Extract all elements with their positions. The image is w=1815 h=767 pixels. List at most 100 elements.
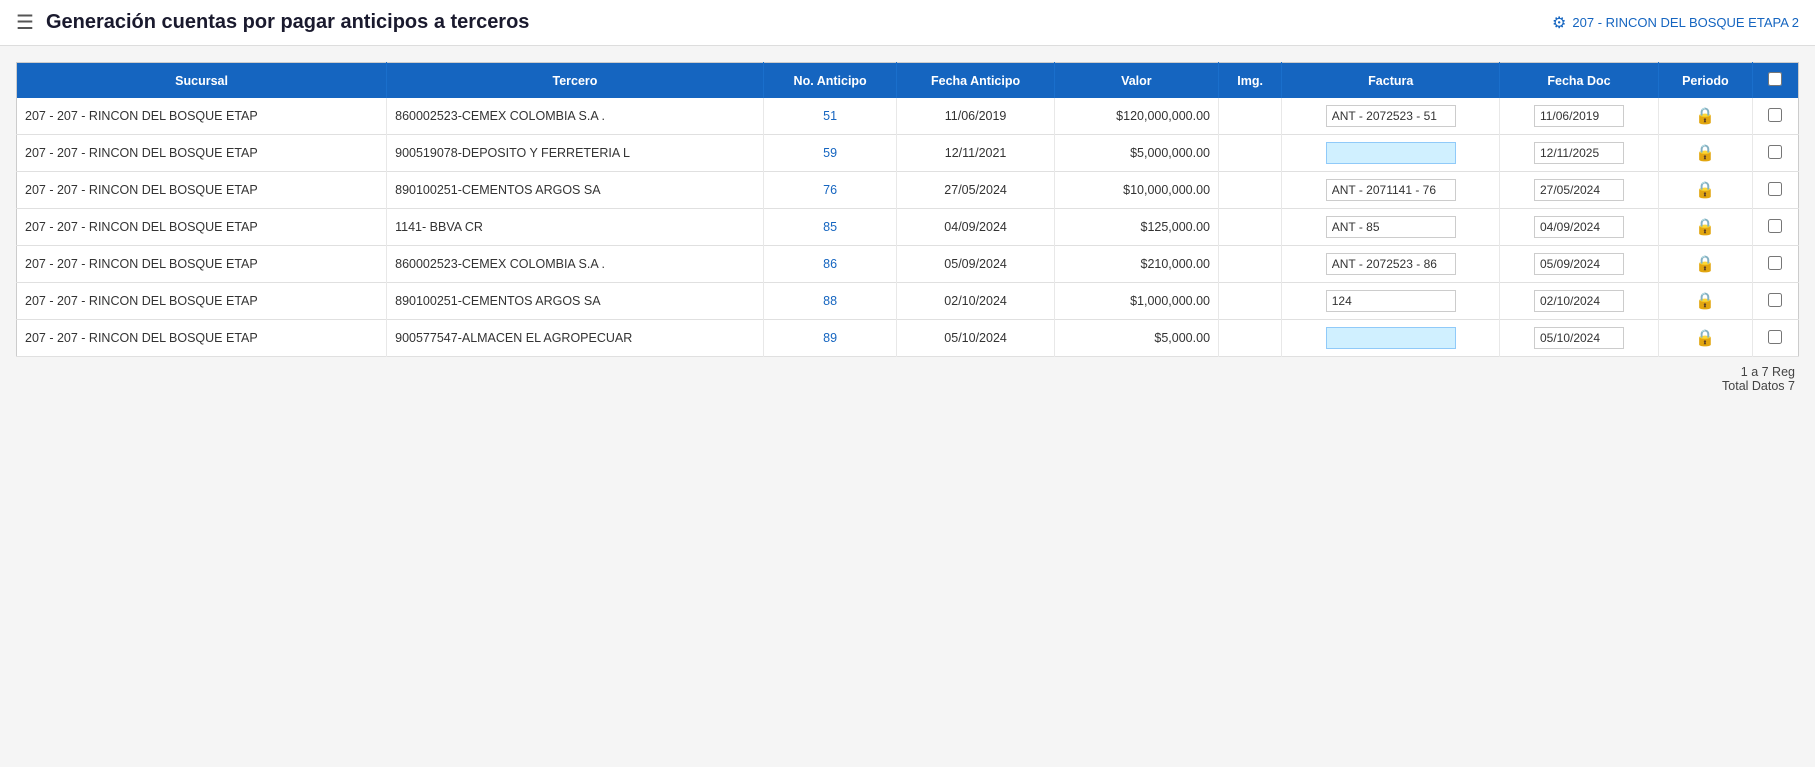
cell-tercero: 860002523-CEMEX COLOMBIA S.A .: [387, 246, 764, 283]
row-select-checkbox[interactable]: [1768, 108, 1782, 122]
cell-checkbox[interactable]: [1752, 246, 1798, 283]
col-fecha-anticipo: Fecha Anticipo: [897, 63, 1054, 99]
menu-icon[interactable]: ☰: [16, 10, 34, 35]
cell-valor: $10,000,000.00: [1054, 172, 1218, 209]
cell-tercero: 900519078-DEPOSITO Y FERRETERIA L: [387, 135, 764, 172]
cell-fecha-anticipo: 11/06/2019: [897, 98, 1054, 135]
gear-icon: ⚙: [1552, 13, 1566, 33]
cell-checkbox[interactable]: [1752, 172, 1798, 209]
cell-periodo[interactable]: 🔒: [1658, 172, 1752, 209]
fecha-doc-input[interactable]: [1534, 179, 1624, 201]
row-select-checkbox[interactable]: [1768, 256, 1782, 270]
factura-input[interactable]: [1326, 142, 1456, 164]
cell-no-anticipo[interactable]: 59: [763, 135, 897, 172]
cell-no-anticipo[interactable]: 89: [763, 320, 897, 357]
col-factura: Factura: [1282, 63, 1500, 99]
factura-input[interactable]: [1326, 327, 1456, 349]
col-periodo: Periodo: [1658, 63, 1752, 99]
cell-fecha-doc[interactable]: [1500, 135, 1659, 172]
cell-fecha-anticipo: 05/09/2024: [897, 246, 1054, 283]
cell-checkbox[interactable]: [1752, 209, 1798, 246]
factura-input[interactable]: [1326, 216, 1456, 238]
main-content: Sucursal Tercero No. Anticipo Fecha Anti…: [0, 46, 1815, 411]
fecha-doc-input[interactable]: [1534, 253, 1624, 275]
cell-valor: $5,000.00: [1054, 320, 1218, 357]
cell-factura[interactable]: [1282, 135, 1500, 172]
lock-green-icon[interactable]: 🔒: [1695, 256, 1715, 273]
data-table: Sucursal Tercero No. Anticipo Fecha Anti…: [16, 62, 1799, 357]
table-row: 207 - 207 - RINCON DEL BOSQUE ETAP860002…: [17, 246, 1799, 283]
cell-checkbox[interactable]: [1752, 98, 1798, 135]
cell-periodo[interactable]: 🔒: [1658, 283, 1752, 320]
select-all-checkbox[interactable]: [1768, 72, 1782, 86]
cell-periodo[interactable]: 🔒: [1658, 135, 1752, 172]
cell-periodo[interactable]: 🔒: [1658, 98, 1752, 135]
cell-factura[interactable]: [1282, 320, 1500, 357]
cell-no-anticipo[interactable]: 86: [763, 246, 897, 283]
row-select-checkbox[interactable]: [1768, 219, 1782, 233]
row-select-checkbox[interactable]: [1768, 330, 1782, 344]
cell-sucursal: 207 - 207 - RINCON DEL BOSQUE ETAP: [17, 320, 387, 357]
cell-periodo[interactable]: 🔒: [1658, 246, 1752, 283]
cell-no-anticipo[interactable]: 76: [763, 172, 897, 209]
cell-valor: $210,000.00: [1054, 246, 1218, 283]
cell-img: [1219, 246, 1282, 283]
cell-tercero: 890100251-CEMENTOS ARGOS SA: [387, 172, 764, 209]
cell-valor: $1,000,000.00: [1054, 283, 1218, 320]
company-name: 207 - RINCON DEL BOSQUE ETAPA 2: [1572, 15, 1799, 30]
lock-red-icon[interactable]: 🔒: [1695, 145, 1715, 162]
col-fecha-doc: Fecha Doc: [1500, 63, 1659, 99]
cell-factura[interactable]: [1282, 246, 1500, 283]
cell-fecha-doc[interactable]: [1500, 98, 1659, 135]
cell-sucursal: 207 - 207 - RINCON DEL BOSQUE ETAP: [17, 98, 387, 135]
cell-sucursal: 207 - 207 - RINCON DEL BOSQUE ETAP: [17, 246, 387, 283]
row-select-checkbox[interactable]: [1768, 145, 1782, 159]
cell-valor: $125,000.00: [1054, 209, 1218, 246]
cell-checkbox[interactable]: [1752, 283, 1798, 320]
lock-green-icon[interactable]: 🔒: [1695, 293, 1715, 310]
pagination-range: 1 a 7 Reg: [16, 365, 1795, 379]
factura-input[interactable]: [1326, 253, 1456, 275]
fecha-doc-input[interactable]: [1534, 105, 1624, 127]
row-select-checkbox[interactable]: [1768, 293, 1782, 307]
lock-green-icon[interactable]: 🔒: [1695, 330, 1715, 347]
row-select-checkbox[interactable]: [1768, 182, 1782, 196]
cell-fecha-doc[interactable]: [1500, 246, 1659, 283]
cell-no-anticipo[interactable]: 51: [763, 98, 897, 135]
col-checkbox[interactable]: [1752, 63, 1798, 99]
cell-img: [1219, 283, 1282, 320]
lock-green-icon[interactable]: 🔒: [1695, 108, 1715, 125]
cell-fecha-doc[interactable]: [1500, 283, 1659, 320]
cell-valor: $5,000,000.00: [1054, 135, 1218, 172]
cell-sucursal: 207 - 207 - RINCON DEL BOSQUE ETAP: [17, 172, 387, 209]
fecha-doc-input[interactable]: [1534, 327, 1624, 349]
pagination-info: 1 a 7 Reg Total Datos 7: [16, 357, 1799, 395]
lock-green-icon[interactable]: 🔒: [1695, 219, 1715, 236]
cell-fecha-doc[interactable]: [1500, 320, 1659, 357]
cell-checkbox[interactable]: [1752, 135, 1798, 172]
page-title: Generación cuentas por pagar anticipos a…: [46, 11, 1552, 34]
cell-no-anticipo[interactable]: 88: [763, 283, 897, 320]
cell-factura[interactable]: [1282, 172, 1500, 209]
cell-fecha-doc[interactable]: [1500, 172, 1659, 209]
factura-input[interactable]: [1326, 290, 1456, 312]
col-tercero: Tercero: [387, 63, 764, 99]
cell-periodo[interactable]: 🔒: [1658, 209, 1752, 246]
fecha-doc-input[interactable]: [1534, 142, 1624, 164]
cell-no-anticipo[interactable]: 85: [763, 209, 897, 246]
fecha-doc-input[interactable]: [1534, 290, 1624, 312]
lock-green-icon[interactable]: 🔒: [1695, 182, 1715, 199]
pagination-total: Total Datos 7: [16, 379, 1795, 393]
cell-factura[interactable]: [1282, 209, 1500, 246]
cell-factura[interactable]: [1282, 283, 1500, 320]
col-sucursal: Sucursal: [17, 63, 387, 99]
cell-fecha-doc[interactable]: [1500, 209, 1659, 246]
cell-factura[interactable]: [1282, 98, 1500, 135]
cell-fecha-anticipo: 05/10/2024: [897, 320, 1054, 357]
cell-periodo[interactable]: 🔒: [1658, 320, 1752, 357]
cell-checkbox[interactable]: [1752, 320, 1798, 357]
factura-input[interactable]: [1326, 179, 1456, 201]
fecha-doc-input[interactable]: [1534, 216, 1624, 238]
cell-img: [1219, 209, 1282, 246]
factura-input[interactable]: [1326, 105, 1456, 127]
